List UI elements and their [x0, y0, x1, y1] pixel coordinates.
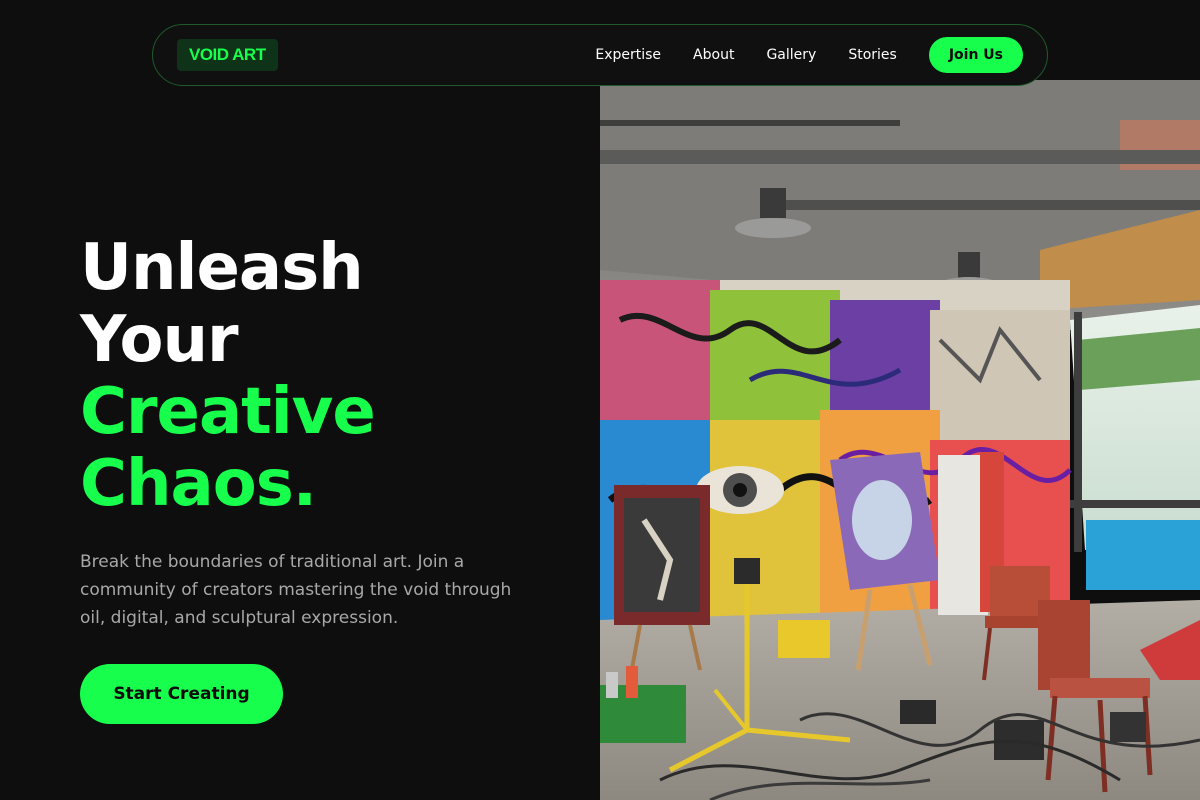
nav-link-stories[interactable]: Stories: [848, 47, 897, 63]
headline-line-1: Unleash: [80, 231, 364, 305]
join-us-button[interactable]: Join Us: [928, 37, 1023, 73]
start-creating-button[interactable]: Start Creating: [80, 664, 283, 724]
nav-links: Expertise About Gallery Stories Join Us: [595, 37, 1023, 73]
headline-line-4: Chaos.: [80, 447, 317, 521]
headline-line-3: Creative: [80, 375, 376, 449]
nav-link-about[interactable]: About: [693, 47, 734, 63]
hero-image: [600, 80, 1200, 800]
hero-headline: Unleash Your Creative Chaos.: [80, 231, 376, 521]
nav-link-gallery[interactable]: Gallery: [766, 47, 816, 63]
nav-link-expertise[interactable]: Expertise: [595, 47, 661, 63]
headline-line-2: Your: [80, 303, 239, 377]
logo[interactable]: VOID ART: [177, 39, 278, 71]
top-nav: VOID ART Expertise About Gallery Stories…: [152, 24, 1048, 86]
hero-subtext: Break the boundaries of traditional art.…: [80, 552, 512, 628]
